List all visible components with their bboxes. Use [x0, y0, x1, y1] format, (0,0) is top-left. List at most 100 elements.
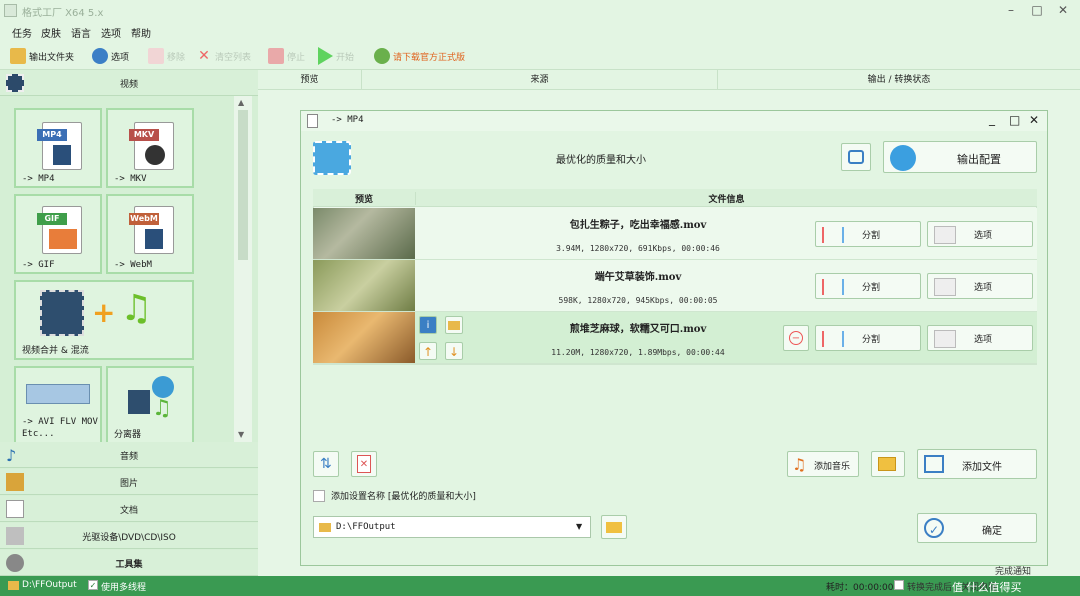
file-list-header: 预览 文件信息 [313, 189, 1037, 207]
plus-icon: + [92, 296, 116, 329]
category-video-label: 视频 [119, 80, 138, 90]
add-setting-name-label: 添加设置名称 [最优化的质量和大小] [331, 492, 476, 502]
file-row[interactable]: 端午艾草装饰.mov 598K, 1280x720, 945Kbps, 00:0… [313, 260, 1037, 312]
column-preview[interactable]: 预览 [258, 70, 362, 90]
checkbox-box[interactable] [313, 489, 325, 502]
browse-folder-button[interactable] [601, 515, 627, 539]
menu-options[interactable]: 选项 [101, 25, 121, 40]
start-button[interactable]: 开始 [318, 46, 354, 66]
option-button[interactable]: 选项 [927, 221, 1033, 247]
clear-list-button[interactable]: ✕ 清空列表 [196, 46, 251, 66]
category-tools[interactable]: 工具集 [0, 550, 258, 576]
start-label: 开始 [336, 52, 355, 63]
stop-icon [268, 48, 284, 64]
add-file-button[interactable]: 添加文件 [917, 449, 1037, 479]
preset-stack-button[interactable] [841, 143, 871, 171]
file-row-selected[interactable]: i ↑ ↓ 煎堆芝麻球，软糯又可口.mov 11.20M, 1280x720, … [313, 312, 1037, 364]
category-tools-label: 工具集 [115, 560, 143, 570]
tile-merge-mux[interactable]: + ♫ 视频合并 & 混流 [14, 280, 194, 360]
options-label: 选项 [111, 52, 130, 63]
remove-file-button[interactable]: − [783, 325, 809, 351]
category-image-label: 图片 [119, 479, 138, 489]
option-button[interactable]: 选项 [927, 325, 1033, 351]
option-button[interactable]: 选项 [927, 273, 1033, 299]
tile-to-gif[interactable]: GIF -> GIF [14, 194, 102, 274]
category-image[interactable]: 图片 [0, 469, 258, 495]
sort-button[interactable]: ⇅ [313, 451, 339, 477]
ok-button[interactable]: ✓ 确定 [917, 513, 1037, 543]
menu-language[interactable]: 语言 [71, 25, 91, 40]
disc-icon [145, 145, 165, 165]
file-name: 端午艾草装饰.mov [594, 272, 682, 283]
split-button[interactable]: 分割 [815, 273, 921, 299]
play-icon [318, 47, 333, 65]
output-path-select[interactable]: D:\FFOutput ▼ [313, 516, 591, 538]
split-button[interactable]: 分割 [815, 325, 921, 351]
add-music-label: 添加音乐 [814, 462, 851, 472]
check-circle-icon: ✓ [924, 518, 944, 538]
category-audio[interactable]: ♪ 音频 [0, 442, 258, 468]
delete-file-icon: ✕ [357, 455, 371, 473]
category-document[interactable]: 文档 [0, 496, 258, 522]
close-icon[interactable]: ✕ [1052, 2, 1074, 18]
scroll-down-icon[interactable]: ▼ [238, 430, 244, 439]
status-output-path[interactable]: D:\FFOutput [22, 580, 77, 590]
ok-label: 确定 [982, 526, 1002, 537]
add-music-button[interactable]: ♫ 添加音乐 [787, 451, 859, 477]
minimize-icon[interactable]: – [1000, 2, 1022, 18]
folder-icon [10, 48, 26, 64]
add-setting-name-checkbox[interactable]: 添加设置名称 [最优化的质量和大小] [313, 489, 476, 502]
notify-label: 完成通知 [995, 567, 1032, 577]
maximize-icon[interactable]: □ [1026, 2, 1048, 18]
webm-file-icon: WebM [129, 206, 174, 254]
add-folder-button[interactable] [871, 451, 905, 477]
split-button[interactable]: 分割 [815, 221, 921, 247]
stop-button[interactable]: 停止 [268, 46, 305, 66]
tile-to-mp4[interactable]: MP4 -> MP4 [14, 108, 102, 188]
menu-help[interactable]: 帮助 [131, 25, 151, 40]
file-row[interactable]: 包扎生粽子，吃出幸福感.mov 3.94M, 1280x720, 691Kbps… [313, 208, 1037, 260]
chevron-down-icon[interactable]: ▼ [576, 522, 582, 531]
clear-files-button[interactable]: ✕ [351, 451, 377, 477]
output-path-value: D:\FFOutput [336, 522, 396, 532]
dialog-title: -> MP4 [331, 115, 364, 125]
header-file-info: 文件信息 [415, 192, 1037, 205]
split-icon [822, 279, 844, 295]
dialog-maximize-icon[interactable]: □ [1009, 113, 1020, 127]
options-button[interactable]: 选项 [92, 46, 129, 66]
quality-label: 最优化的质量和大小 [556, 155, 646, 166]
scroll-thumb[interactable] [238, 110, 248, 260]
minus-circle-icon: − [789, 331, 803, 345]
column-source[interactable]: 来源 [362, 70, 718, 90]
output-folder-label: 输出文件夹 [29, 52, 75, 63]
multithread-checkbox[interactable]: ✓ [88, 580, 98, 590]
tile-to-mkv[interactable]: MKV -> MKV [106, 108, 194, 188]
remove-icon [148, 48, 164, 64]
reel-icon [152, 376, 174, 398]
scroll-up-icon[interactable]: ▲ [238, 98, 244, 107]
dialog-minimize-icon[interactable]: _ [989, 112, 995, 126]
dialog-close-icon[interactable]: ✕ [1029, 113, 1039, 127]
image-icon [49, 229, 77, 249]
gif-tag: GIF [37, 213, 67, 225]
download-official-button[interactable]: 请下载官方正式版 [374, 46, 465, 66]
after-done-checkbox[interactable] [894, 580, 904, 590]
tile-to-avi-flv-mov[interactable]: -> AVI FLV MOV Etc... [14, 366, 102, 444]
folder-icon [606, 522, 622, 533]
category-video[interactable]: 视频 [0, 70, 258, 96]
category-disc[interactable]: 光驱设备\DVD\CD\ISO [0, 523, 258, 549]
column-output-status[interactable]: 输出 / 转换状态 [718, 70, 1080, 90]
tile-splitter[interactable]: ♫ 分离器 [106, 366, 194, 444]
remove-button[interactable]: 移除 [148, 46, 185, 66]
status-folder-icon [8, 581, 19, 590]
menu-skin[interactable]: 皮肤 [41, 25, 61, 40]
tile-to-webm[interactable]: WebM -> WebM [106, 194, 194, 274]
menu-task[interactable]: 任务 [12, 25, 32, 40]
category-disc-label: 光驱设备\DVD\CD\ISO [82, 533, 176, 543]
output-folder-button[interactable]: 输出文件夹 [10, 46, 74, 66]
output-config-button[interactable]: 输出配置 [883, 141, 1037, 173]
stack-icon [848, 150, 864, 164]
music-note-icon: ♫ [792, 455, 807, 474]
file-name: 包扎生粽子，吃出幸福感.mov [569, 220, 707, 231]
tile-caption: -> MP4 [22, 174, 55, 184]
